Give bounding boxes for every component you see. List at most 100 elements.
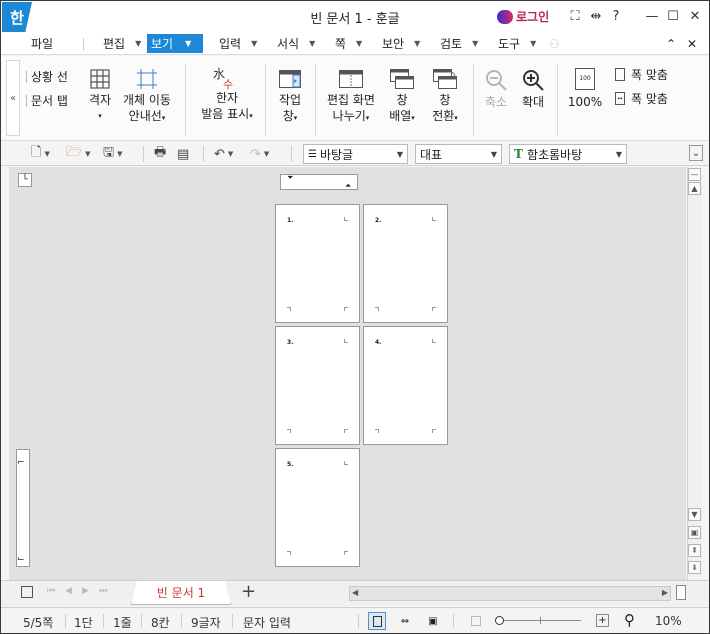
zoom-plus-icon[interactable]: + — [596, 614, 609, 627]
page-view-button[interactable] — [368, 612, 386, 630]
tab-blank-doc-1[interactable]: 빈 문서 1 — [131, 581, 231, 605]
menu-bar: 파일 편집 ▼ 보기 ▼ 입력 ▼ 서식 ▼ 쪽 ▼ 보안 ▼ 검토 ▼ 도구 ▼ ⚇ ⌃ ✕ — [1, 32, 709, 55]
share-icon[interactable]: ⚇ — [549, 34, 560, 53]
status-input-mode[interactable]: 문자 입력 — [243, 614, 291, 631]
add-tab-button[interactable]: + — [241, 581, 256, 602]
page-thumbnail[interactable]: 5. — [275, 448, 360, 567]
undo-button[interactable]: ↶ ▼ — [214, 145, 233, 163]
top-margin-icon[interactable]: ⌐ — [17, 458, 25, 468]
scroll-top-icon[interactable]: — — [688, 168, 701, 181]
scroll-right-icon[interactable]: ▶ — [662, 588, 668, 597]
close-doc-icon[interactable]: ✕ — [687, 34, 697, 53]
menu-file[interactable]: 파일 — [31, 34, 53, 53]
tab-type-icon[interactable]: └ — [18, 173, 32, 187]
scroll-up-icon[interactable]: ▲ — [688, 182, 701, 195]
bottom-margin-icon[interactable]: ⌙ — [17, 554, 25, 564]
ribbon-collapse-icon[interactable]: « — [6, 60, 20, 136]
width-view-button[interactable]: ⇔ — [396, 612, 414, 630]
menu-review[interactable]: 검토 ▼ — [440, 34, 478, 53]
zoom-slider-thumb[interactable] — [495, 616, 504, 625]
page-view-icon[interactable]: ▣ — [688, 526, 701, 539]
fit-width-button[interactable]: 폭 맞춤 — [615, 66, 668, 83]
font-select[interactable]: T 함초롬바탕 ▼ — [509, 144, 627, 164]
indent-marker-icon[interactable]: ⏷ — [287, 173, 293, 183]
menu-tools[interactable]: 도구 ▼ — [498, 34, 536, 53]
crop-mark — [344, 307, 348, 311]
work-window-button[interactable]: 작업 창▾ — [273, 68, 307, 126]
chevron-down-icon: ▼ — [472, 39, 479, 48]
full-view-button[interactable]: ▣ — [424, 612, 442, 630]
menu-view[interactable]: 보기 ▼ — [147, 34, 203, 53]
vertical-ruler[interactable]: ⌐ ⌙ — [16, 449, 30, 567]
scroll-down-icon[interactable]: ▼ — [688, 508, 701, 521]
standard-toolbar: 🗋 ▼ 🗁 ▼ 🖫 ▼ 🖶 ▤ ↶ ▼ ↷ ▼ ☰ 바탕글 ▼ 대표 ▼ T 함초롬바탕 … — [1, 142, 709, 166]
page-thumbnail[interactable]: 1. — [275, 204, 360, 323]
chevron-down-icon: ▾ — [454, 114, 458, 122]
font-value: 함초롬바탕 — [526, 147, 583, 162]
chevron-down-icon: ▾ — [411, 114, 415, 122]
status-zoom[interactable]: 10% — [655, 614, 682, 628]
style-select[interactable]: ☰ 바탕글 ▼ — [303, 144, 408, 164]
horizontal-scrollbar[interactable]: ◀ ▶ — [349, 586, 671, 601]
preview-button[interactable]: ▤ — [177, 145, 189, 163]
hanja-icon: 水 수 — [197, 66, 257, 91]
zoom-slider-track[interactable] — [495, 616, 581, 625]
zoom-100-button[interactable]: 100 100% — [565, 68, 605, 110]
tab-label: 빈 문서 1 — [156, 586, 206, 600]
tab-list-icon[interactable] — [21, 586, 33, 598]
account-icon — [497, 9, 513, 24]
grid-button[interactable]: 격자 ▾ — [85, 68, 115, 124]
tab-nav-icons[interactable]: ⏮◀▶⏭ — [47, 586, 117, 596]
crop-mark — [375, 429, 379, 433]
help-button[interactable]: ? — [607, 7, 625, 25]
fit-page-button[interactable]: ↔ 폭 맞춤 — [615, 90, 668, 107]
maximize-button[interactable]: ☐ — [664, 7, 682, 25]
object-guide-button[interactable]: 개체 이동 안내선▾ — [121, 68, 173, 126]
arrange-windows-button[interactable]: 창 배열▾ — [386, 68, 418, 126]
prev-page-icon[interactable]: ⇞ — [688, 544, 701, 557]
save-button[interactable]: 🖫 ▼ — [103, 145, 122, 163]
fullscreen-icon[interactable]: ⛶ — [566, 7, 584, 25]
arrange-label-2: 배열 — [389, 109, 412, 123]
open-button[interactable]: 🗁 ▼ — [66, 145, 91, 163]
collapse-ribbon-icon[interactable]: ⌃ — [666, 34, 676, 53]
menu-security-label: 보안 — [382, 37, 405, 51]
paragraph-select[interactable]: 대표 ▼ — [415, 144, 502, 164]
horizontal-ruler[interactable]: ⏷ ⏶ — [280, 173, 358, 191]
hanja-pronunciation-button[interactable]: 水 수 한자 발음 표시▾ — [197, 66, 257, 124]
doc-tab-toggle[interactable]: 문서 탭 — [26, 92, 68, 109]
status-line-toggle[interactable]: 상황 선 — [26, 68, 68, 85]
search-icon[interactable]: ⚲ — [624, 611, 635, 629]
right-indent-icon[interactable]: ⏶ — [345, 181, 351, 191]
split-handle-icon[interactable] — [676, 585, 686, 600]
menu-format[interactable]: 서식 ▼ — [277, 34, 315, 53]
crop-mark — [287, 551, 291, 555]
scroll-left-icon[interactable]: ◀ — [352, 588, 358, 597]
page-thumbnail[interactable]: 4. — [363, 326, 448, 445]
close-button[interactable]: ✕ — [686, 7, 704, 25]
print-icon: 🖶 — [154, 145, 167, 160]
split-screen-label-2: 나누기 — [332, 109, 366, 123]
arrange-windows-icon — [390, 69, 414, 89]
menu-input[interactable]: 입력 ▼ — [219, 34, 257, 53]
minimize-button[interactable]: — — [643, 7, 661, 25]
page-thumbnail[interactable]: 3. — [275, 326, 360, 445]
switch-window-button[interactable]: 창 전환▾ — [428, 68, 462, 126]
page-thumbnail[interactable]: 2. — [363, 204, 448, 323]
zoom-in-button[interactable]: 확대 — [517, 68, 549, 110]
menu-page[interactable]: 쪽 ▼ — [335, 34, 362, 53]
next-page-icon[interactable]: ⇟ — [688, 561, 701, 574]
login-button[interactable]: 로그인 — [497, 8, 549, 25]
menu-edit[interactable]: 편집 ▼ — [103, 34, 141, 53]
new-document-button[interactable]: 🗋 ▼ — [31, 145, 50, 163]
menu-security[interactable]: 보안 ▼ — [382, 34, 420, 53]
zoom-fit-icon[interactable] — [471, 616, 481, 626]
toolbar-overflow-icon[interactable]: ⌄ — [689, 145, 703, 161]
split-screen-button[interactable]: 편집 화면 나누기▾ — [323, 68, 379, 126]
redo-button[interactable]: ↷ ▼ — [250, 145, 269, 163]
zoom-out-button[interactable]: 축소 — [481, 68, 511, 110]
status-page[interactable]: 5/5쪽 — [23, 614, 53, 631]
chevron-down-icon: ▼ — [85, 150, 91, 158]
split-view-icon[interactable]: ⇹ — [587, 7, 605, 25]
print-button[interactable]: 🖶 — [154, 145, 166, 163]
